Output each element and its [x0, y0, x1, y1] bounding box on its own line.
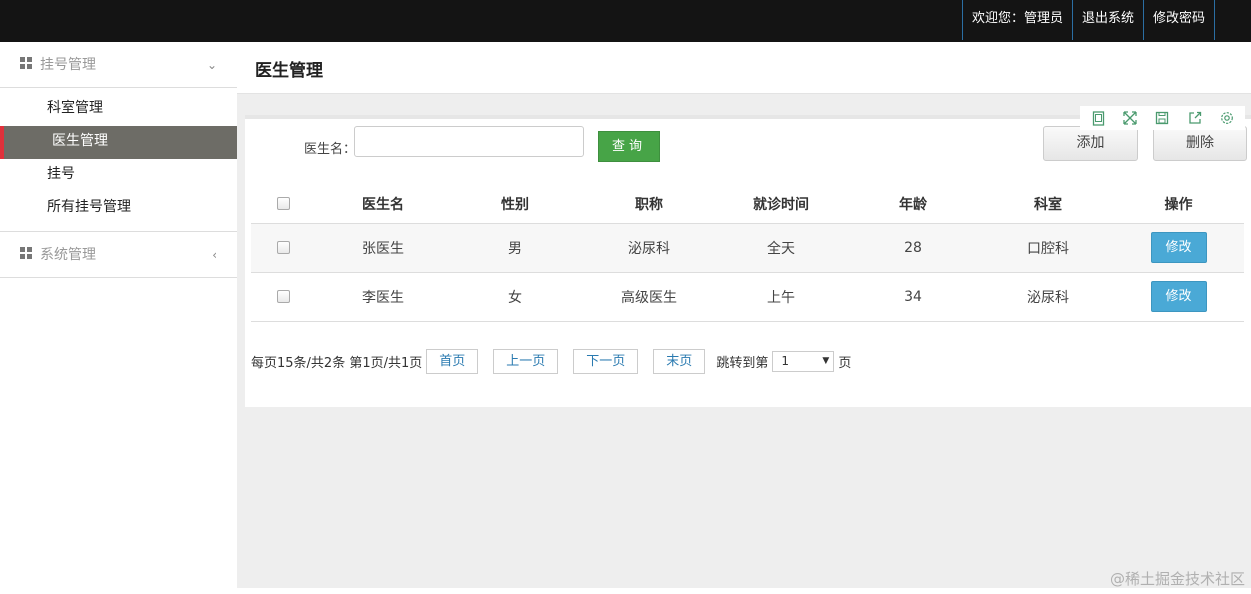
delete-button[interactable]: 删除 [1153, 126, 1247, 161]
select-all-cell [251, 185, 315, 224]
pagination-summary: 每页15条/共2条 第1页/共1页 [251, 355, 423, 371]
doctor-table: 医生名 性别 职称 就诊时间 年龄 科室 操作 张医生 男 泌尿科 全天 28 … [251, 185, 1244, 322]
export-icon[interactable] [1187, 111, 1202, 126]
grid-icon [20, 57, 32, 69]
chevron-down-icon: ⌄ [206, 58, 217, 72]
prev-page-button[interactable]: 上一页 [493, 348, 559, 374]
add-button[interactable]: 添加 [1043, 126, 1138, 161]
doctor-name-label: 医生名： [304, 142, 357, 157]
table-row: 李医生 女 高级医生 上午 34 泌尿科 修改 [251, 272, 1244, 322]
select-all-checkbox[interactable] [276, 197, 290, 211]
next-page-button[interactable]: 下一页 [573, 348, 639, 374]
sidebar-item-register[interactable]: 挂号 [0, 159, 237, 192]
column-header: 职称 [579, 185, 719, 224]
row-select-cell [251, 223, 315, 273]
jump-label: 跳转到第 [716, 355, 769, 371]
sidebar-group-registration[interactable]: 挂号管理 ⌄ [0, 42, 237, 88]
doctor-name-input[interactable] [354, 126, 584, 157]
column-header: 操作 [1113, 185, 1244, 224]
cell-action: 修改 [1113, 272, 1244, 322]
cell-age: 34 [843, 272, 983, 322]
page-title: 医生管理 [255, 61, 323, 81]
column-header: 年龄 [843, 185, 983, 224]
save-icon[interactable] [1155, 111, 1170, 126]
welcome-text: 欢迎您：管理员 [961, 0, 1072, 40]
cell-department: 泌尿科 [983, 272, 1113, 322]
edit-button[interactable]: 修改 [1150, 281, 1207, 312]
fullscreen-icon[interactable] [1123, 110, 1138, 126]
page-jump-select[interactable]: 1 ▼ [772, 350, 835, 372]
cell-department: 口腔科 [983, 223, 1113, 273]
grid-icon [20, 247, 32, 259]
top-bar: 欢迎您：管理员 退出系统 修改密码 [0, 0, 1251, 42]
watermark: @稀土掘金技术社区 [1109, 570, 1245, 588]
sidebar: 挂号管理 ⌄ 科室管理 医生管理 挂号 所有挂号管理 系统管理 ‹ [0, 42, 237, 594]
row-select-cell [251, 272, 315, 322]
toolbox [1080, 106, 1245, 130]
table-row: 张医生 男 泌尿科 全天 28 口腔科 修改 [251, 223, 1244, 273]
cell-title: 泌尿科 [579, 223, 719, 273]
first-page-button[interactable]: 首页 [426, 348, 479, 374]
sidebar-item-all-registrations[interactable]: 所有挂号管理 [0, 192, 237, 225]
cell-doctor-name: 张医生 [315, 223, 451, 273]
cell-visit-time: 上午 [719, 272, 843, 322]
cell-title: 高级医生 [579, 272, 719, 322]
column-header: 性别 [451, 185, 579, 224]
row-checkbox[interactable] [276, 241, 290, 254]
cell-gender: 女 [451, 272, 579, 322]
edit-button[interactable]: 修改 [1150, 232, 1207, 263]
row-checkbox[interactable] [276, 290, 290, 303]
chevron-left-icon: ‹ [212, 248, 217, 262]
change-password-link[interactable]: 修改密码 [1142, 0, 1215, 40]
sidebar-submenu: 科室管理 医生管理 挂号 所有挂号管理 [0, 88, 237, 232]
cell-age: 28 [843, 223, 983, 273]
sidebar-group-label: 挂号管理 [40, 57, 96, 73]
sidebar-group-label: 系统管理 [40, 247, 96, 263]
table-header-row: 医生名 性别 职称 就诊时间 年龄 科室 操作 [251, 185, 1244, 224]
caret-down-icon: ▼ [822, 355, 830, 366]
top-links: 欢迎您：管理员 退出系统 修改密码 [961, 0, 1215, 40]
cell-visit-time: 全天 [719, 223, 843, 273]
cell-action: 修改 [1113, 223, 1244, 273]
sidebar-group-system[interactable]: 系统管理 ‹ [0, 232, 237, 278]
page-header: 医生管理 [237, 42, 1251, 94]
column-header: 就诊时间 [719, 185, 843, 224]
cell-gender: 男 [451, 223, 579, 273]
query-button[interactable]: 查询 [598, 131, 660, 162]
column-header: 科室 [983, 185, 1113, 224]
column-header: 医生名 [315, 185, 451, 224]
pagination: 每页15条/共2条 第1页/共1页 首页 上一页 下一页 末页 跳转到第 1 ▼ … [251, 348, 851, 374]
logout-link[interactable]: 退出系统 [1071, 0, 1143, 40]
cell-doctor-name: 李医生 [315, 272, 451, 322]
jump-suffix: 页 [838, 355, 852, 371]
page-jump-value: 1 [781, 353, 789, 368]
settings-icon[interactable] [1219, 111, 1234, 126]
last-page-button[interactable]: 末页 [653, 348, 706, 374]
tablet-icon[interactable] [1091, 110, 1106, 126]
sidebar-item-doctor[interactable]: 医生管理 [0, 126, 237, 159]
sidebar-item-department[interactable]: 科室管理 [0, 93, 237, 126]
